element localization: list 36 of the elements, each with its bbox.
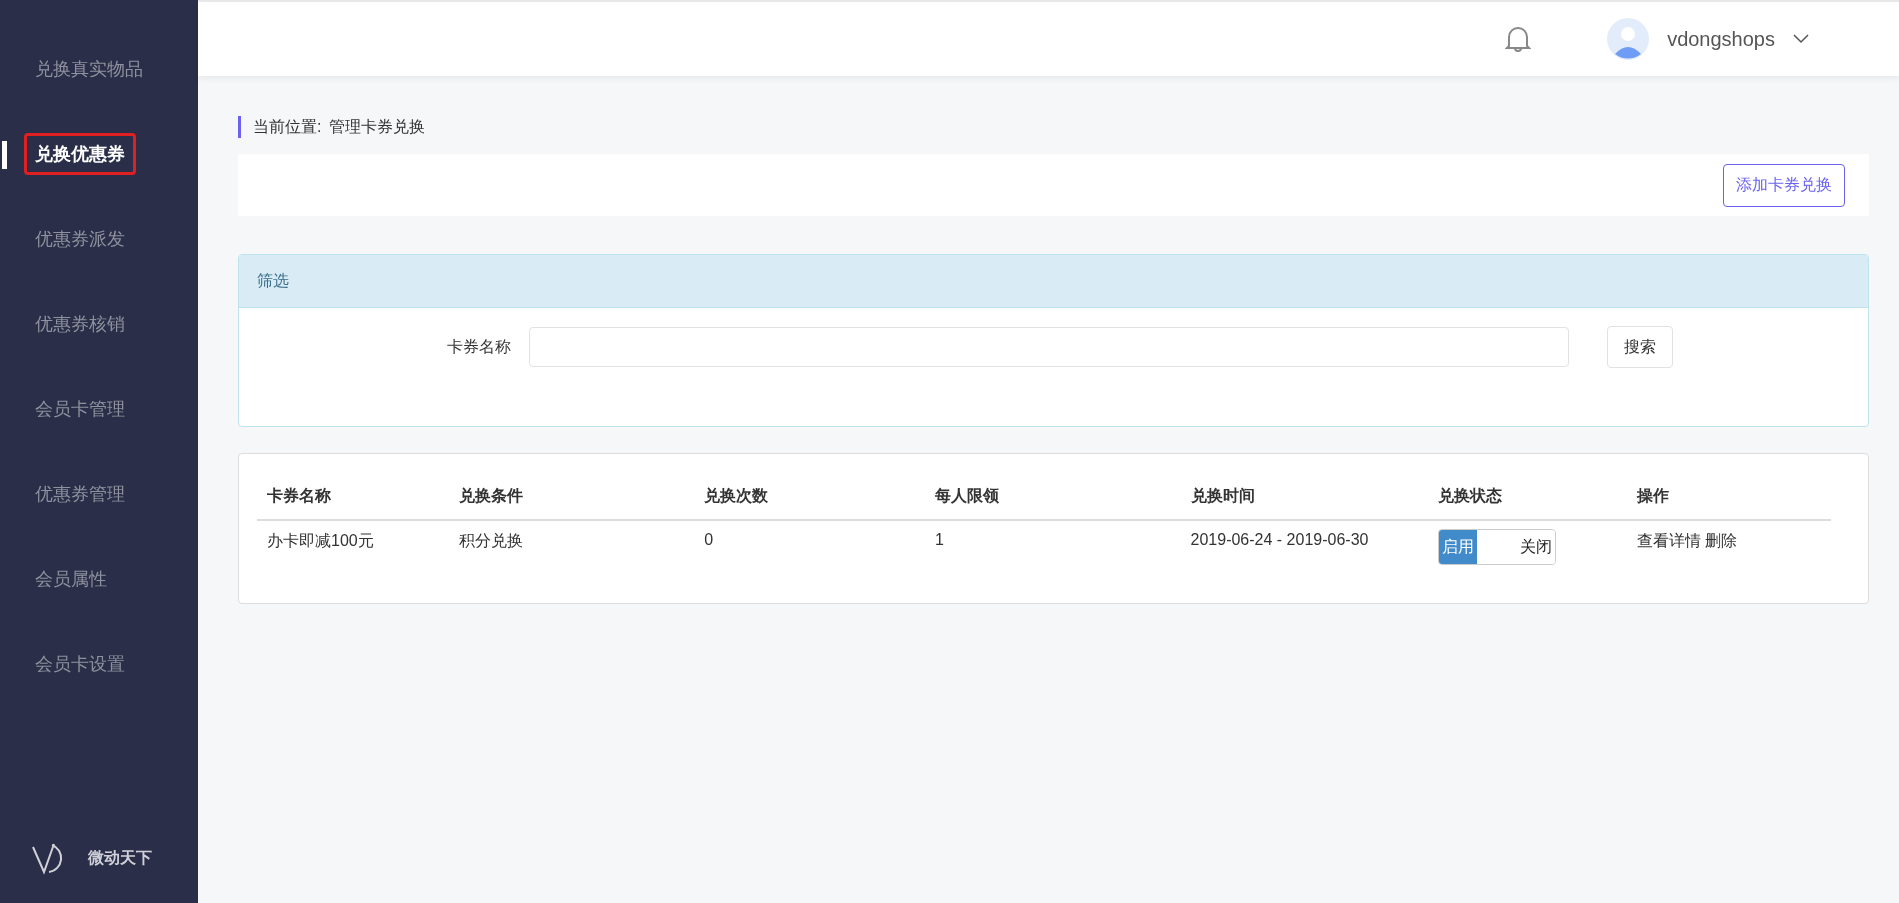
status-toggle[interactable]: 启用 关闭 xyxy=(1438,529,1557,565)
table-cell: 2019-06-24 - 2019-06-30 xyxy=(1180,520,1429,573)
column-header: 兑换时间 xyxy=(1180,476,1429,520)
chevron-down-icon[interactable] xyxy=(1793,34,1809,44)
table-cell: 积分兑换 xyxy=(449,520,695,573)
avatar-icon[interactable] xyxy=(1607,18,1650,60)
bell-icon[interactable] xyxy=(1505,25,1532,53)
add-button[interactable]: 添加卡券兑换 xyxy=(1723,163,1845,207)
sidebar-item[interactable]: 兑换真实物品 xyxy=(24,48,154,90)
action-link[interactable]: 查看详情 xyxy=(1636,532,1701,549)
table-cell: 1 xyxy=(924,520,1181,573)
column-header: 操作 xyxy=(1626,476,1831,520)
column-header: 兑换次数 xyxy=(694,476,925,520)
sidebar-item[interactable]: 会员属性 xyxy=(24,558,118,600)
sidebar-item[interactable]: 会员卡设置 xyxy=(24,643,136,685)
sidebar-item[interactable]: 优惠券派发 xyxy=(24,218,136,260)
panel-title: 筛选 xyxy=(257,270,289,291)
input-field[interactable] xyxy=(529,327,1569,367)
field-label: 卡券名称 xyxy=(446,336,512,357)
column-header: 兑换条件 xyxy=(449,476,695,520)
breadcrumb-label: 当前位置: xyxy=(253,116,322,137)
table-cell: 办卡即减100元 xyxy=(257,520,450,573)
sidebar-item[interactable]: 会员卡管理 xyxy=(24,388,136,430)
sidebar-item[interactable]: 优惠券核销 xyxy=(24,303,136,345)
brand-name: 微动天下 xyxy=(88,847,152,868)
sidebar-item[interactable]: 兑换优惠券 xyxy=(24,133,136,175)
breadcrumb-current: 管理卡券兑换 xyxy=(329,116,426,137)
column-header: 每人限领 xyxy=(924,476,1181,520)
active-indicator xyxy=(2,141,7,169)
sidebar-item[interactable]: 优惠券管理 xyxy=(24,473,136,515)
action-link[interactable]: 删除 xyxy=(1704,532,1737,549)
column-header: 兑换状态 xyxy=(1428,476,1627,520)
column-header: 卡券名称 xyxy=(257,476,450,520)
username[interactable]: vdongshops xyxy=(1667,27,1775,51)
table-cell: 0 xyxy=(694,520,925,573)
search-button[interactable]: 搜索 xyxy=(1607,326,1673,368)
